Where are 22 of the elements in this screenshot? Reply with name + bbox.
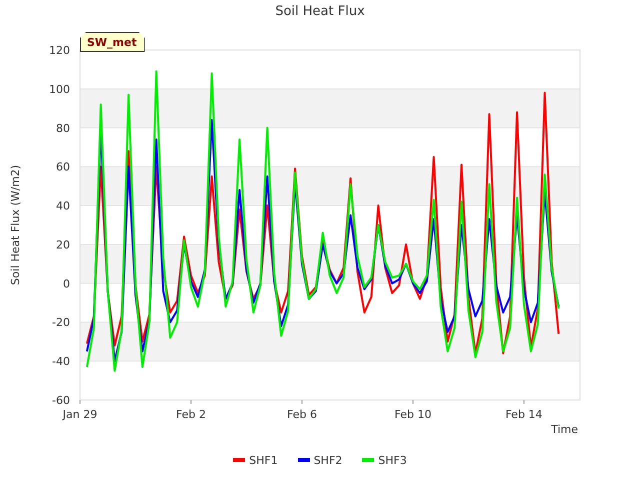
legend-label: SHF2 [314, 454, 342, 466]
x-tick-label: Feb 6 [286, 408, 317, 421]
x-tick-label: Feb 10 [394, 408, 432, 421]
y-tick-label: 80 [56, 122, 70, 135]
y-tick-label: -20 [52, 316, 70, 330]
y-axis-label: Soil Heat Flux (W/m2) [9, 164, 22, 286]
x-axis-label: Time [551, 423, 578, 436]
y-tick-label: -60 [52, 394, 70, 407]
chart-title: Soil Heat Flux [275, 3, 365, 21]
y-tick-label: 60 [56, 160, 70, 174]
x-tick-label: Feb 2 [176, 408, 206, 421]
y-tick-label: 120 [49, 44, 70, 57]
y-tick-label: 100 [49, 82, 70, 96]
legend-label: SHF1 [249, 454, 278, 466]
y-tick-label: 0 [63, 277, 70, 290]
site-badge: SW_met [80, 32, 145, 52]
x-tick-label: Jan 29 [62, 408, 98, 421]
x-tick-label: Feb 14 [505, 408, 542, 421]
y-tick-label: -40 [52, 355, 70, 368]
y-tick-label: 20 [56, 238, 70, 252]
y-tick-label: 40 [56, 200, 70, 213]
legend-label: SHF3 [378, 454, 407, 466]
